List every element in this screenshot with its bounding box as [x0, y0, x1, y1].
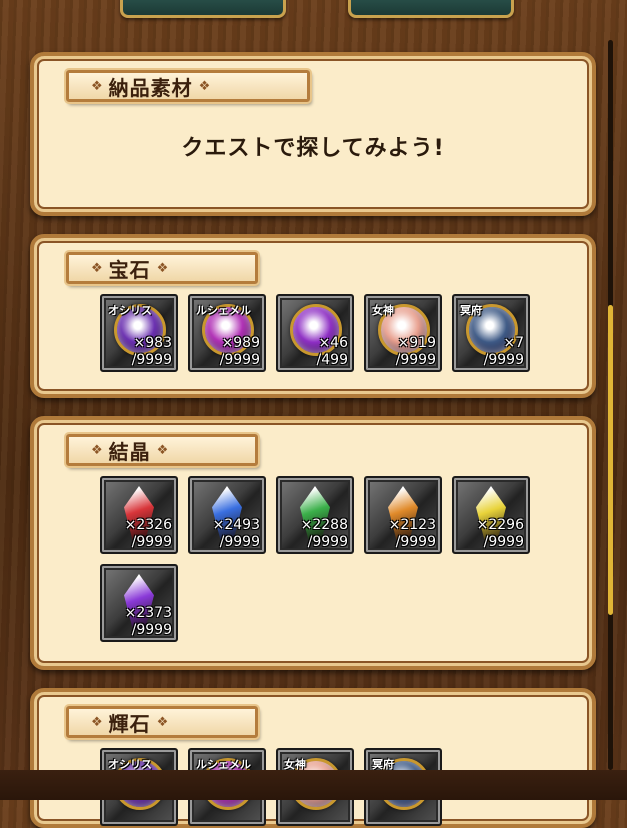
gem-item[interactable]: 女神 ×919/9999 [364, 294, 442, 372]
item-count: ×989 [221, 335, 260, 351]
delivery-title-plate: ❖ 納品素材 ❖ [66, 70, 310, 102]
crystals-title-plate: ❖ 結晶 ❖ [66, 434, 258, 466]
delivery-title: 納品素材 [108, 75, 193, 100]
gems-panel: ❖ 宝石 ❖ オシリス ×983/9999 ルシェメル ×989/9999 ×46/49… [30, 234, 596, 398]
ornament-icon: ❖ [156, 442, 169, 458]
item-count: ×2373 [124, 605, 172, 621]
item-max: /9999 [483, 352, 524, 368]
ornament-icon: ❖ [91, 442, 103, 458]
gem-label: ルシェメル [196, 304, 251, 317]
radiant-title-plate: ❖ 輝石 ❖ [66, 706, 258, 738]
gem-item[interactable]: オシリス ×983/9999 [100, 294, 178, 372]
crystals-title: 結晶 [108, 439, 151, 464]
crystal-item[interactable]: ×2493/9999 [188, 476, 266, 554]
item-count: ×2123 [388, 517, 436, 533]
item-max: /9999 [395, 534, 436, 550]
bottom-bar [0, 770, 627, 800]
item-count: ×2326 [124, 517, 172, 533]
crystals-grid: ×2326/9999 ×2493/9999 ×2288/9999 ×2123/9999… [100, 476, 530, 642]
item-max: /9999 [395, 352, 436, 368]
crystal-item[interactable]: ×2288/9999 [276, 476, 354, 554]
top-tab-right[interactable] [348, 0, 514, 18]
ornament-icon: ❖ [91, 714, 103, 730]
ornament-icon: ❖ [156, 714, 169, 730]
item-max: /9999 [131, 622, 172, 638]
gems-title: 宝石 [108, 257, 151, 282]
gem-label: 女神 [372, 304, 394, 317]
ornament-icon: ❖ [91, 78, 103, 94]
gems-grid: オシリス ×983/9999 ルシェメル ×989/9999 ×46/499 女神 ×919… [100, 294, 530, 372]
scrollbar-thumb[interactable] [608, 305, 613, 615]
item-max: /9999 [131, 534, 172, 550]
gem-label: 冥府 [460, 304, 482, 317]
crystal-item[interactable]: ×2373/9999 [100, 564, 178, 642]
item-count: ×983 [133, 335, 172, 351]
item-max: /9999 [219, 352, 260, 368]
item-count: ×919 [397, 335, 436, 351]
item-max: /9999 [483, 534, 524, 550]
gem-item[interactable]: 冥府 ×7/9999 [452, 294, 530, 372]
gem-label: オシリス [108, 304, 152, 317]
gem-item[interactable]: ×46/499 [276, 294, 354, 372]
ornament-icon: ❖ [156, 260, 169, 276]
ornament-icon: ❖ [91, 260, 103, 276]
item-count: ×2288 [300, 517, 348, 533]
ornament-icon: ❖ [198, 78, 211, 94]
item-count: ×2493 [212, 517, 260, 533]
item-max: /9999 [307, 534, 348, 550]
crystal-item[interactable]: ×2123/9999 [364, 476, 442, 554]
gem-item[interactable]: ルシェメル ×989/9999 [188, 294, 266, 372]
item-max: /499 [316, 352, 348, 368]
scrollbar[interactable] [608, 40, 613, 770]
radiant-panel: ❖ 輝石 ❖ オシリス ルシェメル 女神 冥府 [30, 688, 596, 828]
radiant-title: 輝石 [108, 711, 151, 736]
top-tab-left[interactable] [120, 0, 286, 18]
delivery-panel: ❖ 納品素材 ❖ クエストで探してみよう! [30, 52, 596, 216]
crystal-item[interactable]: ×2326/9999 [100, 476, 178, 554]
crystal-item[interactable]: ×2296/9999 [452, 476, 530, 554]
gems-title-plate: ❖ 宝石 ❖ [66, 252, 258, 284]
item-max: /9999 [219, 534, 260, 550]
item-count: ×2296 [476, 517, 524, 533]
crystals-panel: ❖ 結晶 ❖ ×2326/9999 ×2493/9999 ×2288/9999 ×21… [30, 416, 596, 670]
item-count: ×7 [503, 335, 524, 351]
item-max: /9999 [131, 352, 172, 368]
empty-message: クエストで探してみよう! [181, 136, 445, 161]
item-count: ×46 [318, 335, 348, 351]
